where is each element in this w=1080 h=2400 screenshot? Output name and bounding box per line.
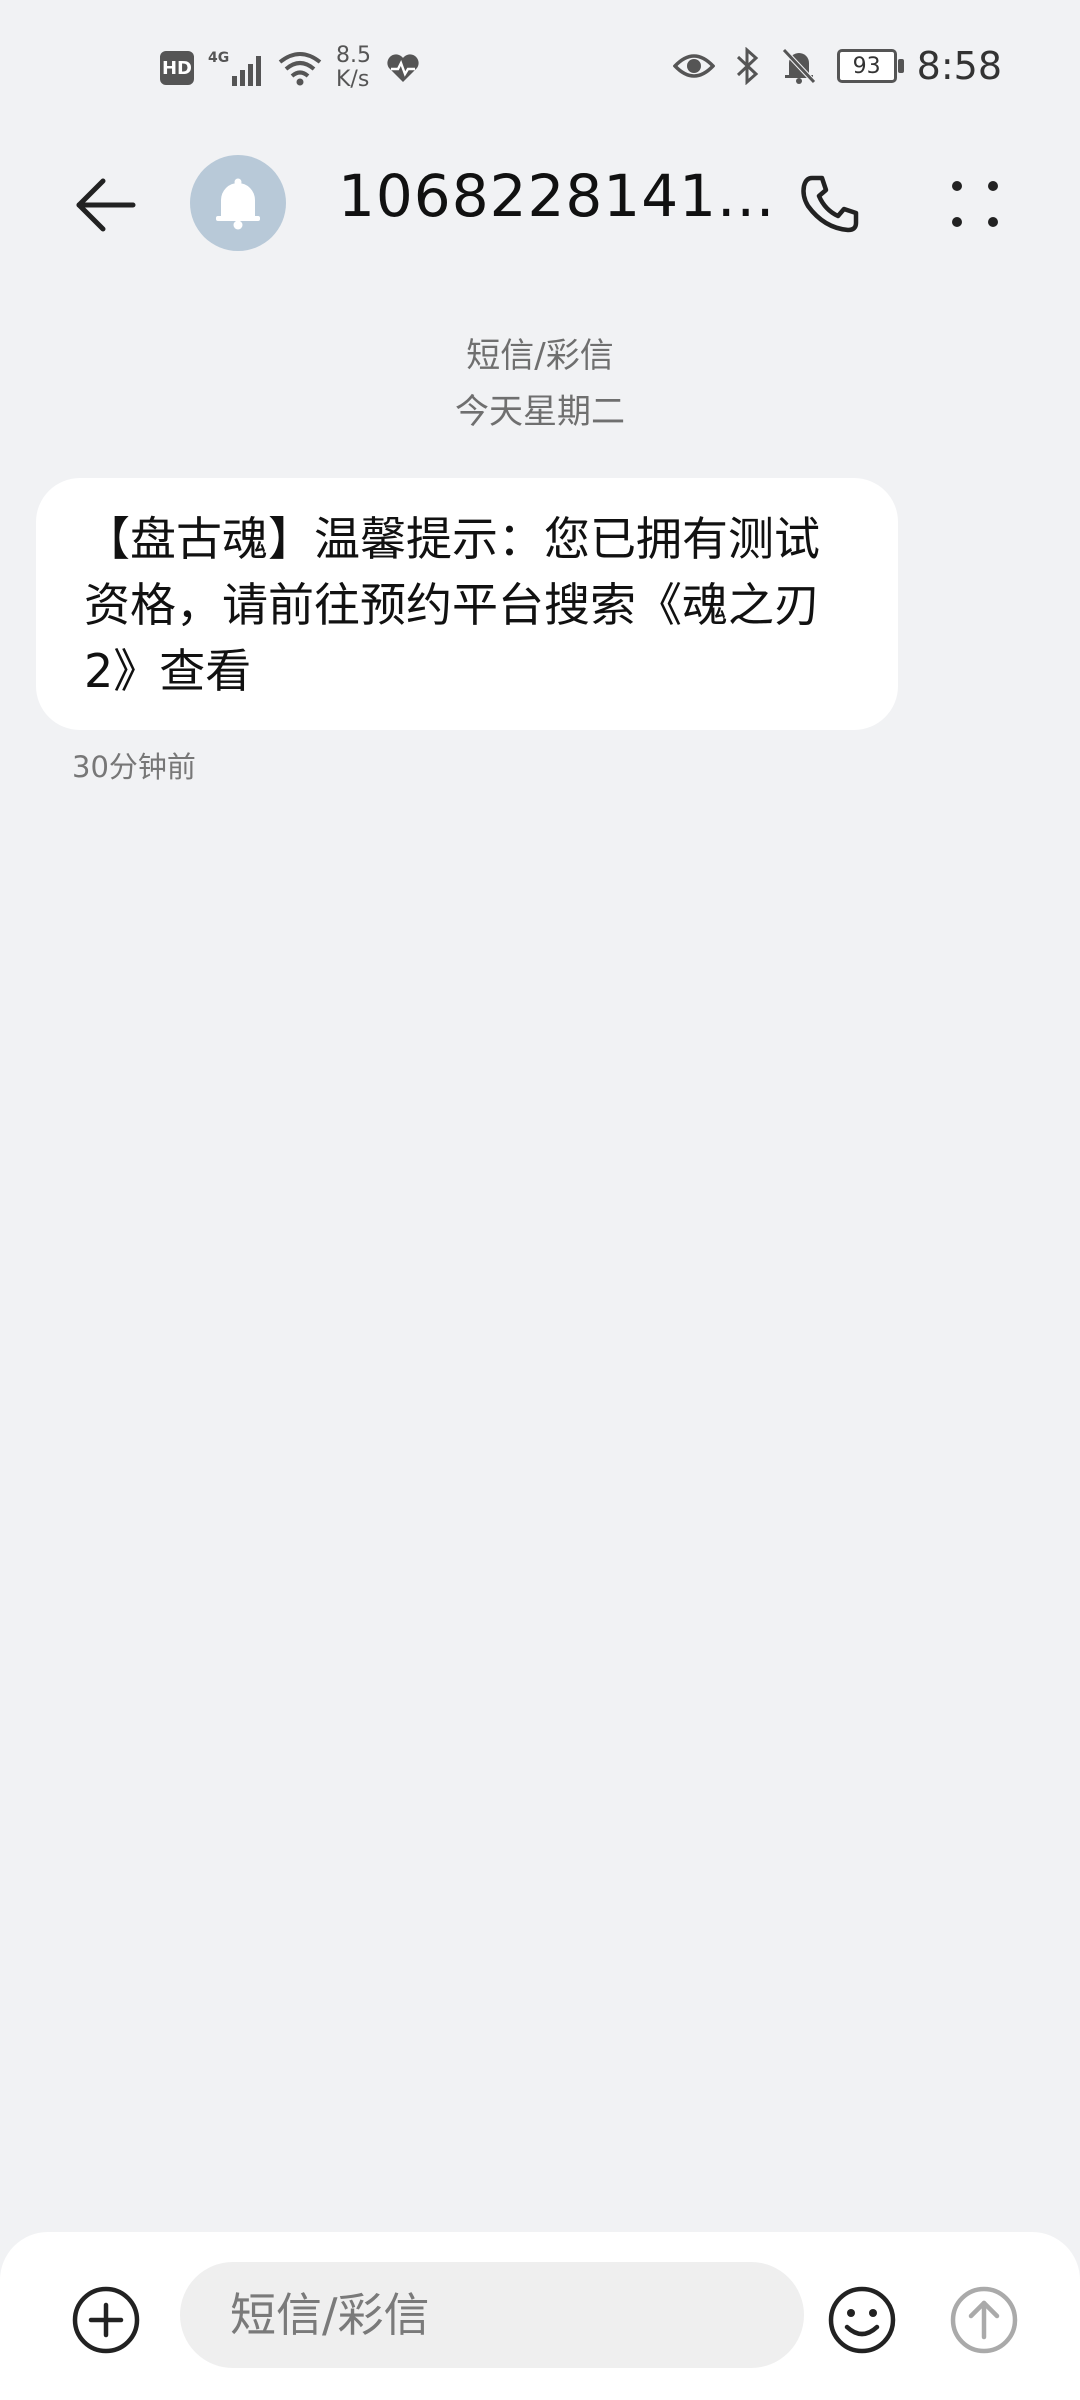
conversation-header: 1068228141... <box>0 140 1080 260</box>
phone-icon <box>801 175 859 233</box>
send-arrow-icon <box>950 2286 1018 2354</box>
signal-icon: 4G <box>208 48 264 88</box>
message-text: 【盘古魂】温馨提示：您已拥有测试资格，请前往预约平台搜索《魂之刃2》查看 <box>84 512 820 698</box>
add-icon <box>72 2286 140 2354</box>
status-right: 93 8:58 <box>672 44 1002 88</box>
eye-icon <box>672 51 715 81</box>
status-left: HD 4G 8.5 K/s <box>160 44 421 92</box>
battery-icon: 93 <box>836 49 904 83</box>
mute-bell-icon <box>781 47 817 85</box>
hd-icon: HD <box>160 51 194 85</box>
date-label: 今天星期二 <box>455 392 625 432</box>
emoji-icon <box>828 2286 896 2354</box>
network-speed: 8.5 K/s <box>336 44 371 92</box>
bluetooth-icon <box>735 47 761 85</box>
bell-avatar-icon <box>216 178 260 230</box>
send-button[interactable] <box>948 2284 1020 2356</box>
svg-text:4G: 4G <box>208 50 229 66</box>
message-bubble[interactable]: 【盘古魂】温馨提示：您已拥有测试资格，请前往预约平台搜索《魂之刃2》查看 <box>36 478 898 730</box>
call-button[interactable] <box>790 164 870 244</box>
more-options-button[interactable] <box>935 164 1015 244</box>
speed-value: 8.5 <box>336 43 371 68</box>
composer-bar <box>0 2232 1080 2400</box>
battery-level: 93 <box>852 53 881 79</box>
wifi-icon <box>278 50 322 86</box>
message-input[interactable] <box>180 2287 804 2343</box>
status-bar: HD 4G 8.5 K/s 93 8:58 <box>0 0 1080 140</box>
channel-label: 短信/彩信 <box>466 336 614 376</box>
back-button[interactable] <box>70 170 140 240</box>
message-input-box[interactable] <box>180 2262 804 2368</box>
more-dots-icon <box>952 181 998 227</box>
clock: 8:58 <box>916 44 1002 88</box>
contact-avatar[interactable] <box>190 155 286 251</box>
back-arrow-icon <box>76 178 136 232</box>
health-icon <box>385 52 421 84</box>
contact-name[interactable]: 1068228141... <box>338 162 775 230</box>
message-time: 30分钟前 <box>72 750 196 784</box>
speed-unit: K/s <box>336 67 370 92</box>
add-attachment-button[interactable] <box>70 2284 142 2356</box>
emoji-button[interactable] <box>826 2284 898 2356</box>
